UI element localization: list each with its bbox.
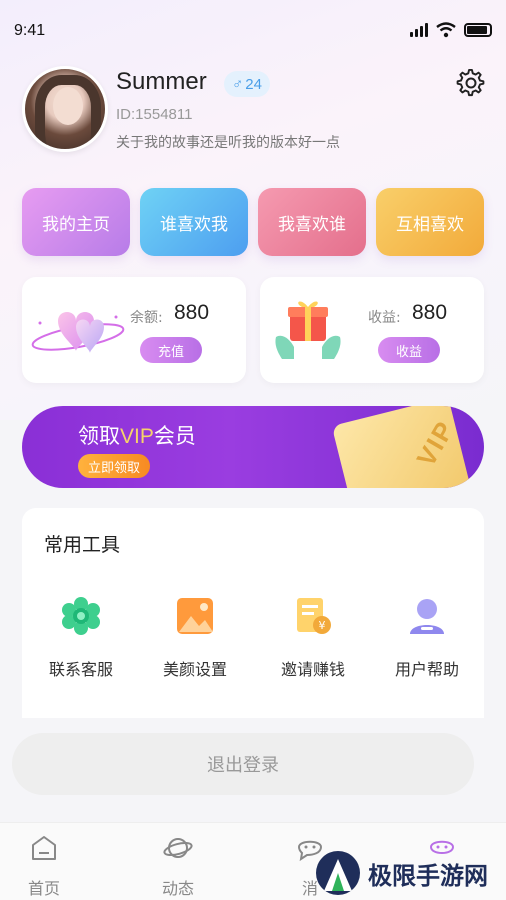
hearts-icon	[31, 312, 125, 353]
income-button[interactable]: 收益	[378, 337, 440, 363]
tab-moments[interactable]: 动态	[138, 833, 218, 899]
invite-earn-icon: ¥	[297, 598, 331, 634]
signal-icon	[410, 23, 428, 37]
logout-button[interactable]: 退出登录	[12, 733, 474, 795]
age-value: 24	[245, 75, 262, 93]
gender-age-badge: ♂ 24	[224, 71, 270, 97]
balance-value: 880	[174, 301, 210, 324]
tool-user-help[interactable]: 用户帮助	[372, 596, 482, 680]
wifi-icon	[436, 22, 456, 38]
user-bio: 关于我的故事还是听我的版本好一点	[116, 135, 340, 151]
tool-label: 用户帮助	[394, 660, 459, 679]
status-icons	[410, 22, 492, 38]
watermark: 极限手游网	[316, 850, 502, 896]
status-time: 9:41	[14, 22, 46, 39]
svg-text:¥: ¥	[319, 619, 326, 632]
who-likes-me-button[interactable]: 谁喜欢我	[140, 188, 248, 256]
quick-menu: 我的主页 谁喜欢我 我喜欢谁 互相喜欢	[22, 188, 484, 256]
user-name: Summer	[116, 68, 207, 95]
vip-banner[interactable]: VIP 领取VIP会员 立即领取	[22, 406, 484, 488]
balance-card: 余额: 880 充值	[22, 277, 246, 383]
watermark-logo-icon	[316, 851, 360, 895]
user-id: ID:1554811	[116, 106, 193, 123]
income-value: 880	[412, 301, 448, 324]
recharge-button[interactable]: 充值	[140, 337, 202, 363]
tab-label: 首页	[27, 879, 60, 898]
balance-label: 余额:	[130, 310, 163, 326]
settings-gear-icon[interactable]	[456, 68, 486, 98]
tool-invite-earn[interactable]: ¥ 邀请赚钱	[258, 596, 368, 680]
customer-service-icon	[62, 597, 100, 635]
mutual-likes-button[interactable]: 互相喜欢	[376, 188, 484, 256]
vip-title-suffix: 会员	[153, 424, 196, 448]
my-homepage-button[interactable]: 我的主页	[22, 188, 130, 256]
income-card: 收益: 880 收益	[260, 277, 484, 383]
who-i-like-button[interactable]: 我喜欢谁	[258, 188, 366, 256]
user-help-icon	[410, 599, 444, 634]
claim-vip-button[interactable]: 立即领取	[78, 454, 151, 478]
tools-title: 常用工具	[44, 534, 121, 556]
tool-label: 邀请赚钱	[280, 660, 345, 679]
planet-icon	[163, 838, 193, 858]
income-label: 收益:	[368, 310, 401, 326]
male-icon: ♂	[232, 75, 244, 93]
vip-title-prefix: 领取	[78, 424, 120, 448]
home-icon	[32, 836, 56, 860]
tool-label: 美颜设置	[162, 660, 227, 679]
tool-beauty-settings[interactable]: 美颜设置	[140, 596, 250, 680]
tab-home[interactable]: 首页	[4, 833, 84, 899]
avatar[interactable]	[22, 66, 108, 152]
status-bar: 9:41	[0, 0, 506, 60]
tab-label: 动态	[161, 879, 194, 898]
beauty-settings-icon	[177, 598, 213, 634]
battery-icon	[464, 23, 492, 37]
watermark-text: 极限手游网	[368, 860, 488, 890]
profile-header: Summer ♂ 24 ID:1554811 关于我的故事还是听我的版本好一点	[22, 66, 492, 156]
vip-title: 领取VIP会员	[78, 420, 196, 450]
tools-panel: 常用工具 联系客服 美颜设置 ¥ 邀请赚钱 用户帮助	[22, 508, 484, 718]
tool-customer-service[interactable]: 联系客服	[26, 596, 136, 680]
tool-label: 联系客服	[48, 660, 113, 679]
gift-hands-icon	[275, 301, 341, 359]
vip-title-vip: VIP	[120, 425, 154, 448]
